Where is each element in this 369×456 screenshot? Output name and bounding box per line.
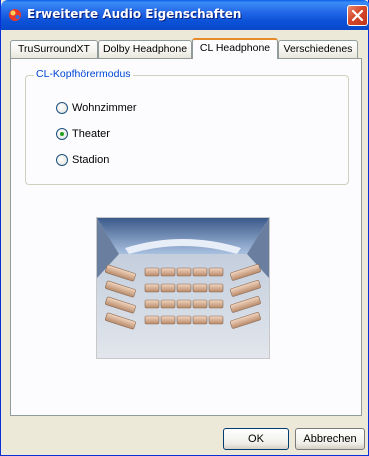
dialog-client-area: TruSurroundXT Dolby Headphone CL Headpho…: [5, 30, 365, 451]
dialog-window: Erweiterte Audio Eigenschaften TruSurrou…: [0, 0, 369, 456]
radio-stadion[interactable]: Stadion: [56, 152, 109, 168]
tab-trusurroundxt[interactable]: TruSurroundXT: [10, 40, 98, 58]
tab-cl-headphone[interactable]: CL Headphone: [192, 38, 278, 59]
radio-wohnzimmer[interactable]: Wohnzimmer: [56, 100, 137, 116]
theater-seating-image: [97, 218, 269, 358]
group-label: CL-Kopfhörermodus: [34, 68, 133, 80]
cancel-button[interactable]: Abbrechen: [295, 428, 365, 450]
title-bar[interactable]: Erweiterte Audio Eigenschaften: [1, 0, 369, 30]
radio-button-selected[interactable]: [56, 128, 68, 140]
tab-dolby-headphone[interactable]: Dolby Headphone: [98, 40, 192, 58]
radio-theater[interactable]: Theater: [56, 126, 110, 142]
audio-app-icon: [9, 9, 21, 21]
selected-dot-icon: [60, 132, 64, 136]
close-button[interactable]: [347, 5, 368, 26]
radio-label: Theater: [72, 128, 110, 140]
headphone-mode-group: CL-Kopfhörermodus Wohnzimmer Theater Sta…: [25, 68, 349, 185]
ok-button[interactable]: OK: [223, 428, 289, 450]
radio-label: Stadion: [72, 154, 110, 166]
window-title: Erweiterte Audio Eigenschaften: [27, 7, 242, 21]
radio-button[interactable]: [56, 154, 68, 166]
radio-label: Wohnzimmer: [72, 102, 137, 114]
radio-button[interactable]: [56, 102, 68, 114]
tab-strip: TruSurroundXT Dolby Headphone CL Headpho…: [10, 38, 362, 59]
tab-panel-cl-headphone: CL-Kopfhörermodus Wohnzimmer Theater Sta…: [10, 58, 362, 416]
tab-verschiedenes[interactable]: Verschiedenes: [278, 40, 358, 58]
close-icon: [351, 9, 364, 22]
theater-preview-image: [96, 217, 270, 359]
